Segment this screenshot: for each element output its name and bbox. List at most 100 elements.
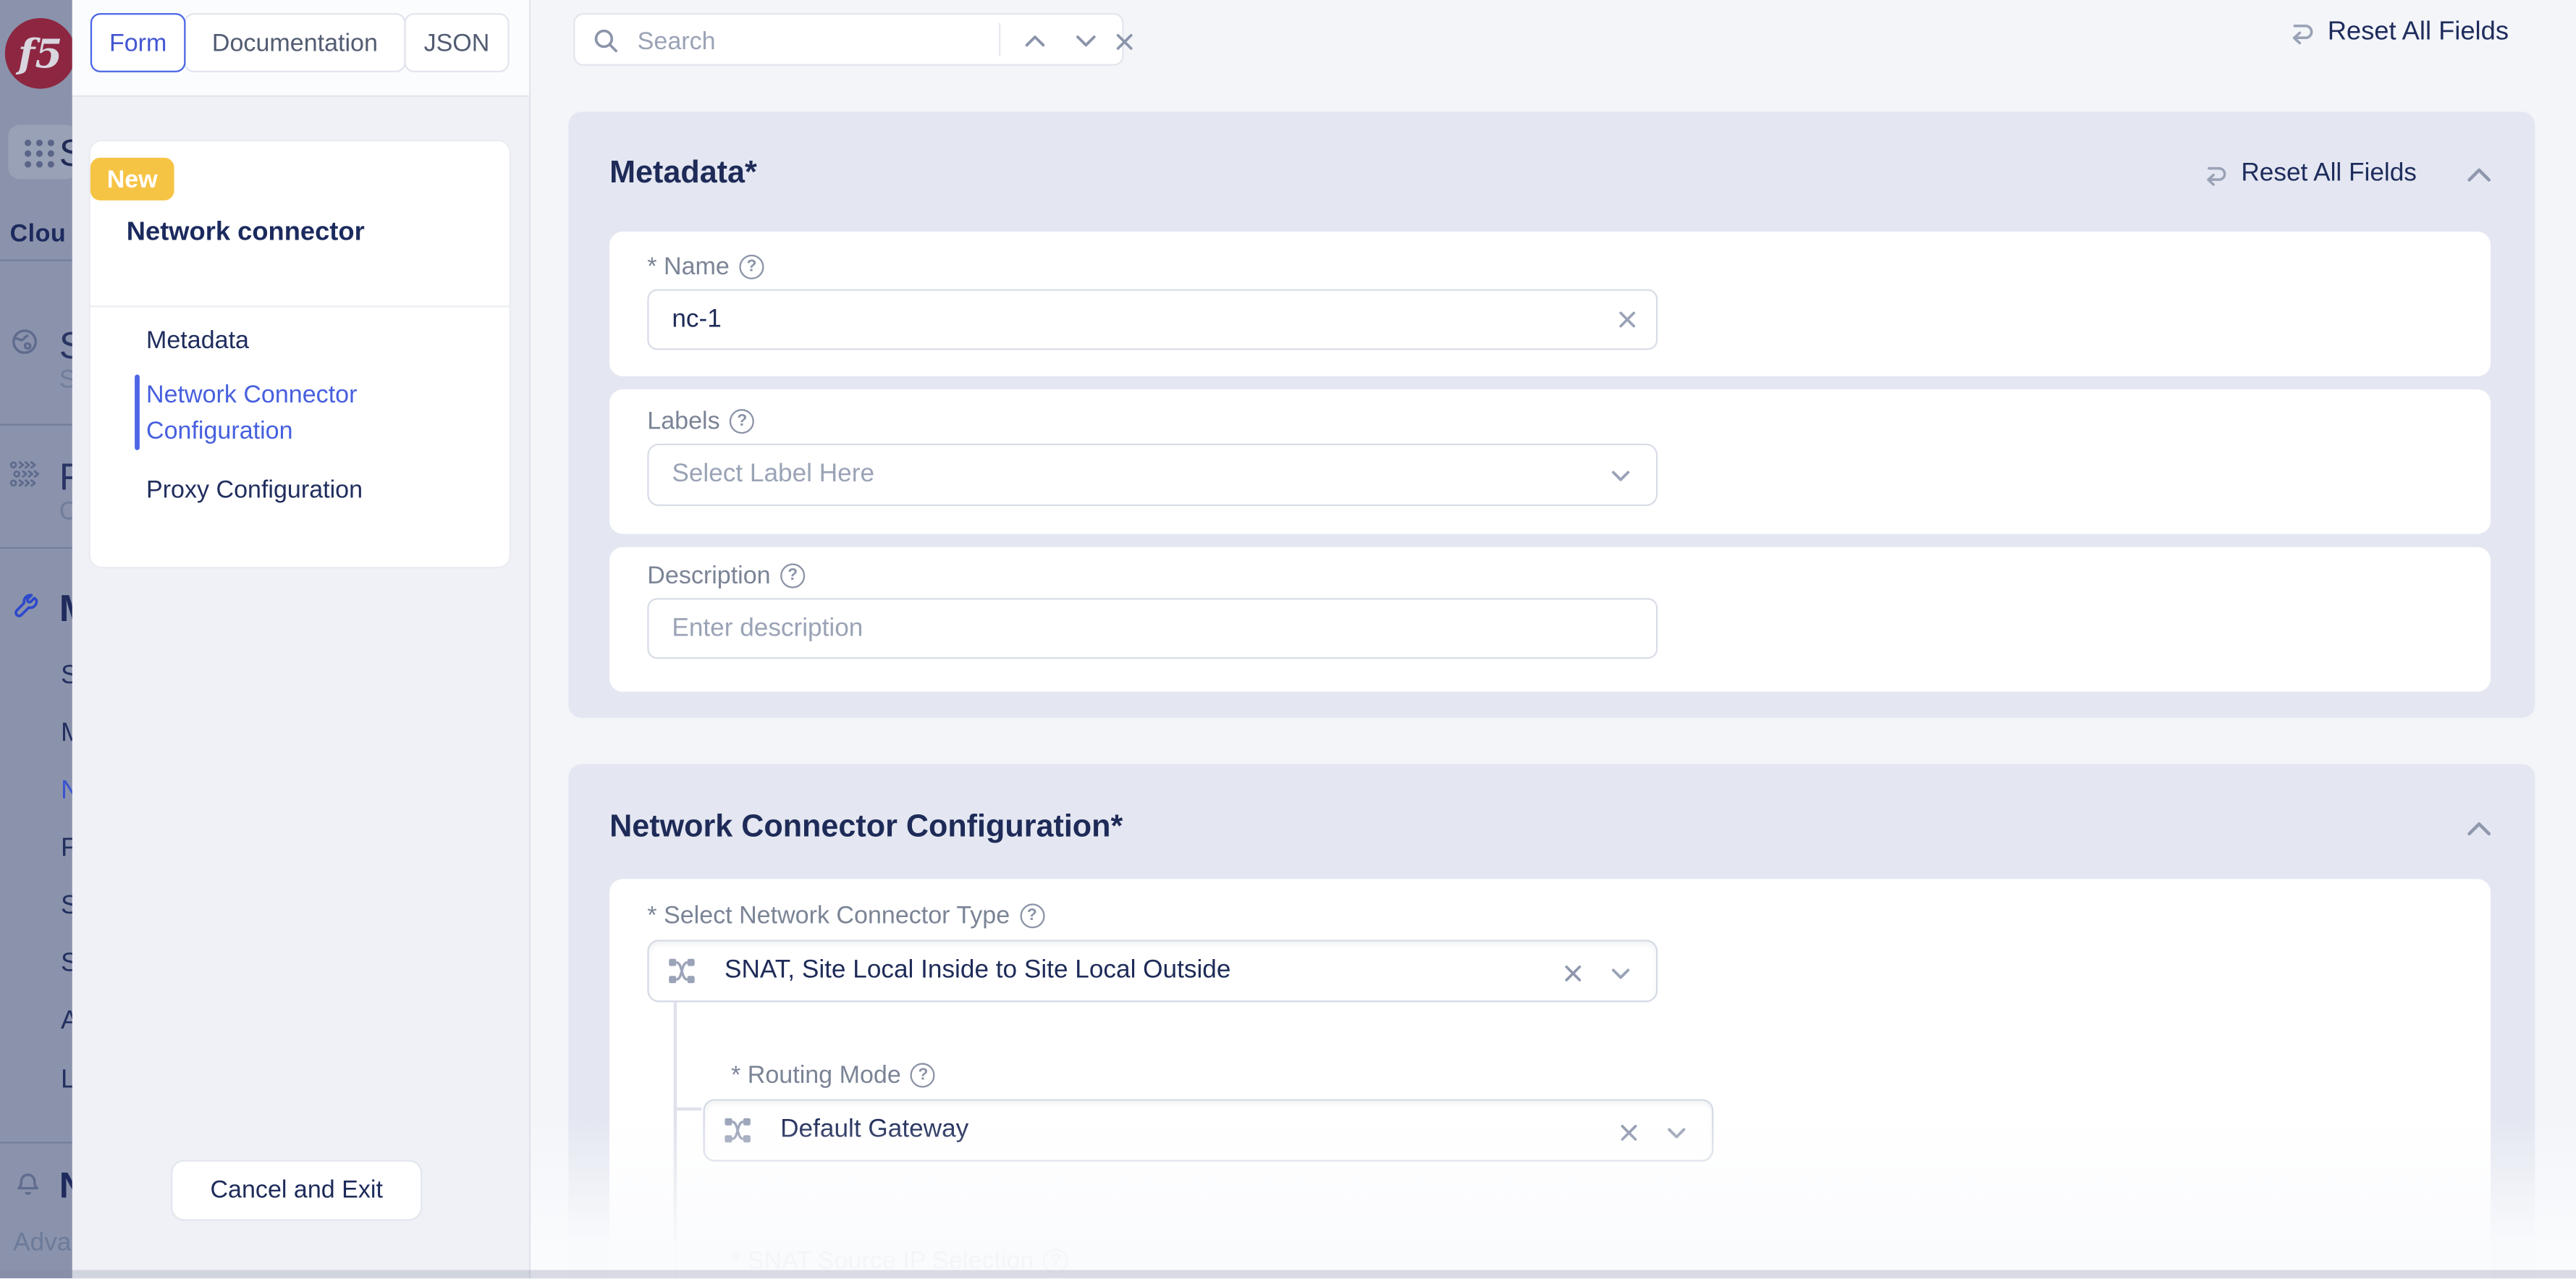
section-title: Network Connector Configuration* xyxy=(609,810,1123,846)
tab-documentation[interactable]: Documentation xyxy=(184,13,405,72)
tab-form[interactable]: Form xyxy=(90,13,186,72)
question-circle-icon[interactable] xyxy=(911,1063,935,1088)
network-connector-configuration-section: Network Connector Configuration* * Selec… xyxy=(568,764,2535,1278)
chevron-up-icon[interactable] xyxy=(2465,163,2494,186)
sidebar-section-heading: Clou xyxy=(10,220,66,248)
question-circle-icon[interactable] xyxy=(730,409,754,434)
sidebar-item-label[interactable]: S xyxy=(59,324,72,368)
x-icon[interactable] xyxy=(1618,1122,1640,1144)
label-text: * Routing Mode xyxy=(731,1061,901,1089)
section-reset-all-fields-button[interactable]: Reset All Fields xyxy=(2200,159,2417,189)
field-label: * Routing Mode xyxy=(731,1061,935,1089)
search-input[interactable] xyxy=(634,14,953,67)
labels-field-row: Labels Select Label Here xyxy=(609,389,2491,534)
chevron-up-icon[interactable] xyxy=(2465,816,2494,840)
button-label: Reset All Fields xyxy=(2328,17,2509,47)
object-title: Network connector xyxy=(127,219,365,248)
field-label: * Select Network Connector Type xyxy=(647,902,1044,930)
connector-config-card: * Select Network Connector Type SNAT, Si… xyxy=(609,879,2491,1278)
x-icon[interactable] xyxy=(1114,31,1136,53)
button-label: Reset All Fields xyxy=(2241,159,2416,189)
chevron-up-icon[interactable] xyxy=(1022,30,1048,53)
name-field-row: * Name xyxy=(609,232,2491,376)
label-text: * Name xyxy=(647,253,730,282)
form-nav-network-connector-configuration[interactable]: Network Connector Configuration xyxy=(146,378,483,450)
workspace-name: S xyxy=(59,132,72,176)
labels-select[interactable]: Select Label Here xyxy=(647,444,1657,506)
name-input[interactable] xyxy=(647,289,1657,350)
undo-arrow-icon xyxy=(2200,159,2230,189)
sidebar-menu-item[interactable]: S xyxy=(61,950,72,979)
select-value: SNAT, Site Local Inside to Site Local Ou… xyxy=(725,956,1230,986)
select-placeholder: Select Label Here xyxy=(672,460,874,490)
undo-arrow-icon xyxy=(2285,17,2316,48)
waffle-grid-icon xyxy=(17,128,66,177)
label-text: Labels xyxy=(647,408,719,436)
tab-label: JSON xyxy=(424,29,490,57)
cancel-and-exit-button[interactable]: Cancel and Exit xyxy=(171,1160,422,1220)
divider xyxy=(999,23,1000,56)
badge-label: New xyxy=(107,165,158,193)
fabric-dots-icon[interactable] xyxy=(8,458,39,489)
chevron-down-icon[interactable] xyxy=(1608,964,1633,984)
field-label: * Name xyxy=(647,253,764,282)
form-nav-proxy-configuration[interactable]: Proxy Configuration xyxy=(146,473,363,510)
bell-icon[interactable] xyxy=(13,1170,43,1199)
reset-all-fields-button[interactable]: Reset All Fields xyxy=(2285,17,2509,48)
main-content: Reset All Fields Metadata* Reset All Fie… xyxy=(529,0,2576,1279)
label-text: Description xyxy=(647,562,770,590)
divider xyxy=(0,260,72,261)
question-circle-icon[interactable] xyxy=(739,255,764,279)
label-text: * Select Network Connector Type xyxy=(647,902,1010,930)
wrench-icon[interactable] xyxy=(12,591,41,621)
sidebar-menu-item[interactable]: A xyxy=(61,1007,72,1037)
description-field-row: Description xyxy=(609,547,2491,692)
f5-logo[interactable]: f5 xyxy=(5,18,72,89)
divider xyxy=(0,547,72,549)
magnifier-icon xyxy=(591,26,621,56)
sidebar-menu-item[interactable]: F xyxy=(61,835,72,864)
divider xyxy=(0,1142,72,1144)
question-circle-icon[interactable] xyxy=(780,564,805,588)
status-badge: New xyxy=(90,158,174,200)
network-connector-type-select[interactable]: SNAT, Site Local Inside to Site Local Ou… xyxy=(647,940,1657,1002)
search-bar xyxy=(573,13,1123,66)
select-value: Default Gateway xyxy=(780,1115,968,1145)
sidebar-menu-item[interactable]: S xyxy=(61,662,72,692)
f5-logo-text: f5 xyxy=(18,30,62,77)
advanced-link[interactable]: Advan xyxy=(13,1229,72,1259)
x-icon[interactable] xyxy=(1563,963,1584,984)
active-nav-indicator xyxy=(135,375,140,450)
sidebar-menu-item[interactable]: L xyxy=(61,1066,72,1096)
swap-connector-icon xyxy=(667,956,697,986)
chevron-down-icon[interactable] xyxy=(1073,30,1099,53)
horizontal-scrollbar[interactable] xyxy=(0,1270,2576,1279)
tab-label: Form xyxy=(109,29,166,57)
sidebar-menu-item-active[interactable]: N xyxy=(61,777,72,807)
primary-sidebar: f5 S Clou S S xyxy=(0,0,72,1279)
indent-guide xyxy=(674,1002,677,1279)
metadata-section: Metadata* Reset All Fields * Name xyxy=(568,111,2535,718)
tab-json[interactable]: JSON xyxy=(404,13,509,72)
globe-icon[interactable] xyxy=(10,327,40,357)
chevron-down-icon[interactable] xyxy=(1664,1124,1689,1144)
sidebar-item-label[interactable]: F xyxy=(59,455,72,499)
sidebar-item-label[interactable]: M xyxy=(59,586,72,630)
routing-mode-select[interactable]: Default Gateway xyxy=(703,1099,1713,1161)
sidebar-item-sublabel: C xyxy=(59,498,72,528)
divider xyxy=(0,424,72,426)
indent-guide xyxy=(674,1107,702,1111)
sidebar-menu-item[interactable]: M xyxy=(61,719,72,749)
field-label: Description xyxy=(647,562,805,590)
drawer-topbar: Form Documentation JSON xyxy=(72,0,529,97)
object-nav-card: New Network connector Metadata Network C… xyxy=(89,140,511,568)
field-label: Labels xyxy=(647,408,754,436)
description-input[interactable] xyxy=(647,598,1657,659)
x-icon[interactable] xyxy=(1616,309,1638,331)
sidebar-menu-item[interactable]: S xyxy=(61,892,72,922)
sidebar-item-sublabel: S xyxy=(59,366,72,396)
notifications-label[interactable]: N xyxy=(59,1165,72,1207)
chevron-down-icon[interactable] xyxy=(1608,467,1633,486)
question-circle-icon[interactable] xyxy=(1020,903,1044,928)
form-nav-metadata[interactable]: Metadata xyxy=(146,324,249,360)
